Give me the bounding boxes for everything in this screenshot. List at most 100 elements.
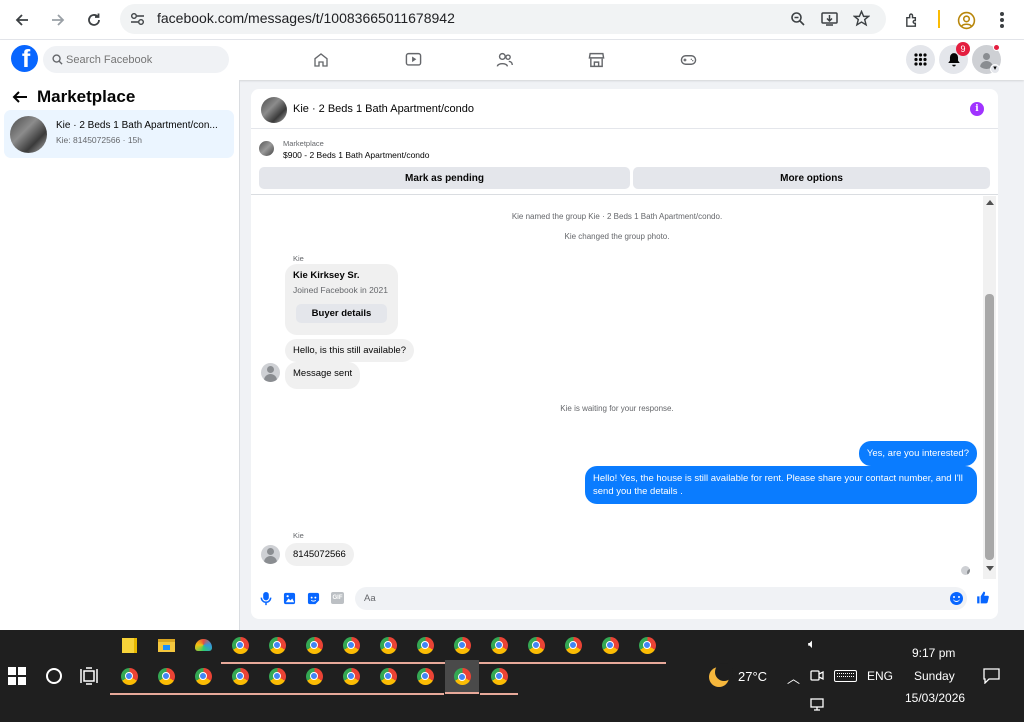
taskbar-chrome[interactable] xyxy=(110,661,148,695)
reload-icon xyxy=(88,13,100,26)
taskbar-chrome[interactable] xyxy=(258,630,296,664)
nav-home[interactable] xyxy=(311,50,331,70)
microphone-icon[interactable] xyxy=(260,591,272,606)
zoom-icon[interactable] xyxy=(790,11,806,27)
grid-icon xyxy=(914,53,927,66)
clock-time[interactable]: 9:17 pm xyxy=(912,646,955,660)
taskbar-chrome[interactable] xyxy=(480,661,518,695)
taskbar-chrome[interactable] xyxy=(406,630,444,664)
nav-friends[interactable] xyxy=(494,50,514,70)
browser-menu-button[interactable] xyxy=(988,6,1016,34)
taskbar-chrome[interactable] xyxy=(184,661,222,695)
nav-marketplace[interactable] xyxy=(586,50,606,70)
taskbar-chrome[interactable] xyxy=(406,661,444,695)
taskbar-chrome[interactable] xyxy=(295,630,333,664)
mark-as-pending-button[interactable]: Mark as pending xyxy=(259,167,630,189)
chrome-icon xyxy=(268,636,286,654)
search-input[interactable] xyxy=(66,51,221,68)
taskbar-chrome[interactable] xyxy=(480,630,518,664)
conversation-item[interactable]: Kie · 2 Beds 1 Bath Apartment/con... Kie… xyxy=(4,110,234,158)
network-icon[interactable] xyxy=(810,698,826,712)
address-bar[interactable]: facebook.com/messages/t/1008366501167894… xyxy=(120,4,886,34)
chrome-icon xyxy=(305,667,323,685)
scrollbar-thumb[interactable] xyxy=(985,294,994,560)
more-options-button[interactable]: More options xyxy=(633,167,990,189)
scroll-down-icon[interactable] xyxy=(986,566,994,571)
taskbar-chrome[interactable] xyxy=(295,661,333,695)
emoji-icon[interactable] xyxy=(950,592,963,605)
meet-now-icon[interactable] xyxy=(810,667,824,683)
taskbar-chrome[interactable] xyxy=(554,630,592,664)
clock-date[interactable]: 15/03/2026 xyxy=(905,691,965,705)
notifications-button[interactable]: 9 xyxy=(939,42,970,74)
taskbar-chrome[interactable] xyxy=(332,661,370,695)
gif-icon[interactable]: GIF xyxy=(331,592,344,604)
taskbar-chrome[interactable] xyxy=(628,630,666,664)
profile-button[interactable] xyxy=(952,6,980,34)
chat-title[interactable]: Kie · 2 Beds 1 Bath Apartment/condo xyxy=(293,103,474,115)
notification-center-icon[interactable] xyxy=(983,668,1000,685)
scroll-up-icon[interactable] xyxy=(986,200,994,205)
buyer-details-button[interactable]: Buyer details xyxy=(296,304,387,323)
taskbar-chrome[interactable] xyxy=(147,661,185,695)
clock-day[interactable]: Sunday xyxy=(914,669,955,683)
keyboard-icon[interactable] xyxy=(834,670,857,682)
incoming-message: 8145072566 xyxy=(285,543,354,566)
weather-moon-icon[interactable] xyxy=(707,663,733,687)
gamepad-icon xyxy=(680,55,696,65)
info-icon[interactable]: i xyxy=(970,102,984,116)
extensions-button[interactable] xyxy=(898,6,926,34)
search-box[interactable] xyxy=(43,46,229,73)
search-circle-icon[interactable] xyxy=(46,668,62,684)
scrollbar-track[interactable] xyxy=(983,196,996,579)
speaker-icon[interactable]: 🔈︎ xyxy=(808,636,816,652)
chrome-icon xyxy=(601,636,619,654)
sender-avatar xyxy=(261,545,280,564)
taskbar-chrome[interactable] xyxy=(591,630,629,664)
windows-start-button[interactable] xyxy=(8,667,26,685)
taskbar-app-paint[interactable] xyxy=(188,630,218,660)
buyer-card: Kie Kirksey Sr. Joined Facebook in 2021 … xyxy=(285,264,398,335)
account-avatar-button[interactable]: ▾ xyxy=(972,44,1001,74)
taskbar-chrome-active[interactable] xyxy=(445,660,479,694)
photo-icon[interactable] xyxy=(283,592,296,605)
message-input[interactable]: Aa xyxy=(355,587,967,610)
facebook-navbar: f 9 ▾ xyxy=(0,40,1024,80)
taskbar-chrome[interactable] xyxy=(517,630,555,664)
taskbar-chrome[interactable] xyxy=(332,630,370,664)
weather-temperature[interactable]: 27°C xyxy=(738,669,767,684)
taskbar-chrome[interactable] xyxy=(221,661,259,695)
bookmark-star-icon[interactable] xyxy=(853,10,870,27)
outgoing-message: Hello! Yes, the house is still available… xyxy=(585,466,977,504)
chevron-up-icon[interactable]: ︿ xyxy=(787,668,800,687)
taskbar-chrome[interactable] xyxy=(369,661,407,695)
buyer-joined: Joined Facebook in 2021 xyxy=(293,285,388,295)
taskbar-chrome[interactable] xyxy=(369,630,407,664)
install-app-icon[interactable] xyxy=(821,11,838,27)
sticker-icon[interactable] xyxy=(307,592,320,605)
chrome-icon xyxy=(157,667,175,685)
task-view-button[interactable] xyxy=(80,667,99,685)
site-settings-icon[interactable] xyxy=(130,12,145,26)
reload-button[interactable] xyxy=(80,6,108,34)
sender-avatar xyxy=(261,363,280,382)
taskbar-file-explorer[interactable] xyxy=(151,630,181,660)
listing-detail[interactable]: $900 - 2 Beds 1 Bath Apartment/condo xyxy=(283,150,430,160)
taskbar-chrome[interactable] xyxy=(443,630,481,664)
incoming-message: Hello, is this still available? xyxy=(285,339,414,362)
facebook-logo[interactable]: f xyxy=(11,45,38,72)
taskbar-chrome[interactable] xyxy=(221,630,259,664)
forward-button[interactable] xyxy=(44,6,72,34)
back-arrow-button[interactable] xyxy=(12,89,30,107)
menu-grid-button[interactable] xyxy=(906,45,935,74)
back-button[interactable] xyxy=(8,6,36,34)
sender-name: Kie xyxy=(293,254,304,263)
chrome-icon xyxy=(416,667,434,685)
language-indicator[interactable]: ENG xyxy=(867,669,893,683)
taskbar-sticky-notes[interactable] xyxy=(114,630,144,660)
like-icon[interactable] xyxy=(976,590,990,605)
chat-avatar[interactable] xyxy=(261,97,287,123)
nav-gaming[interactable] xyxy=(678,50,698,70)
nav-video[interactable] xyxy=(403,50,423,70)
taskbar-chrome[interactable] xyxy=(258,661,296,695)
